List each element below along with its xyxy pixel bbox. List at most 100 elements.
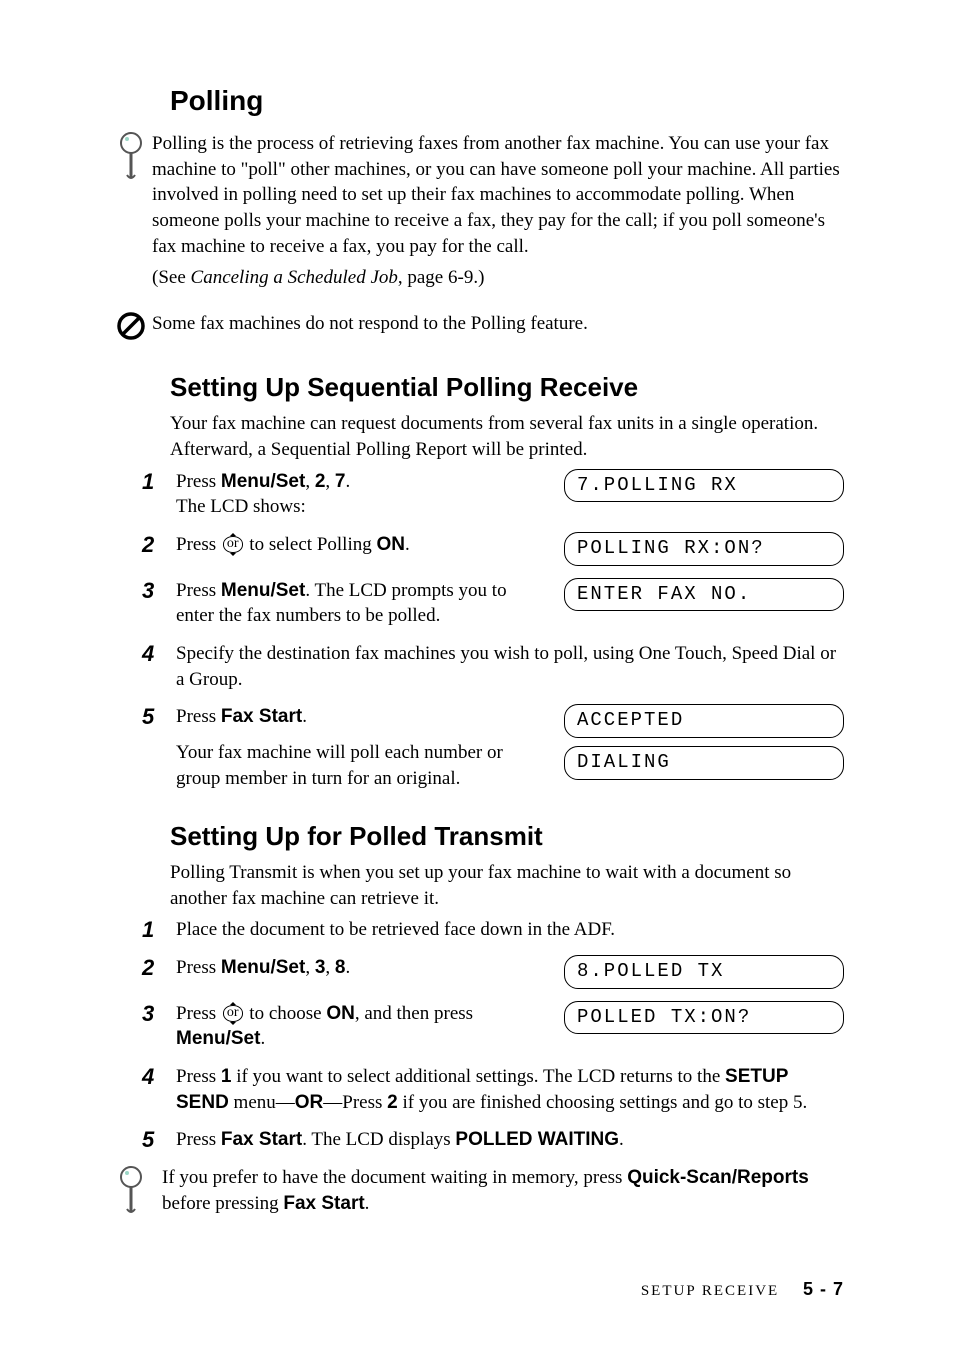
polled-waiting: POLLED WAITING [455, 1129, 619, 1150]
on-label: ON [376, 534, 405, 555]
seq-polling-intro: Your fax machine can request documents f… [170, 411, 844, 462]
step: 5 Press Fax Start. The LCD displays POLL… [148, 1127, 844, 1153]
step: 1 Press Menu/Set, 2, 7. The LCD shows: 7… [148, 469, 844, 520]
lcd-display: DIALING [564, 746, 844, 780]
lcd-display: ACCEPTED [564, 704, 844, 738]
t: . [345, 471, 350, 492]
heading-seq-polling: Setting Up Sequential Polling Receive [170, 372, 844, 403]
up-down-or-icon: or [223, 536, 243, 553]
step-number: 2 [142, 953, 154, 983]
step-number: 4 [142, 1062, 154, 1092]
see-prefix: (See [152, 267, 191, 288]
step-number: 5 [142, 702, 154, 732]
t: Press [176, 957, 221, 978]
on-label: ON [326, 1003, 355, 1024]
step-number: 1 [142, 467, 154, 497]
page-content: Polling Polling is the process of retrie… [110, 85, 844, 1222]
footer-section: SETUP RECEIVE [641, 1283, 779, 1299]
t: . [405, 534, 410, 555]
intro-row: Polling is the process of retrieving fax… [110, 131, 844, 297]
step-text: Press 1 if you want to select additional… [176, 1064, 844, 1115]
steps-seq-polling: 1 Press Menu/Set, 2, 7. The LCD shows: 7… [148, 469, 844, 791]
lcd-display: POLLING RX:ON? [564, 532, 844, 566]
t: , [325, 957, 335, 978]
t: . The LCD displays [302, 1129, 455, 1150]
prohibit-icon [110, 311, 152, 341]
menu-set: Menu/Set [221, 580, 305, 601]
lcd-display: 7.POLLING RX [564, 469, 844, 503]
step-number: 3 [142, 999, 154, 1029]
step-number: 5 [142, 1125, 154, 1155]
t: Press [176, 1129, 221, 1150]
menu-set: Menu/Set [221, 957, 305, 978]
t: Press [176, 1003, 221, 1024]
step: 5 Press Fax Start. Your fax machine will… [148, 704, 844, 791]
step-text: Press Menu/Set, 3, 8. [176, 955, 546, 981]
step-text: Press Fax Start. Your fax machine will p… [176, 704, 546, 791]
step-text: Press Menu/Set, 2, 7. The LCD shows: [176, 469, 546, 520]
step-text: Press Fax Start. The LCD displays POLLED… [176, 1127, 844, 1153]
step: 4 Press 1 if you want to select addition… [148, 1064, 844, 1115]
t: —Press [323, 1092, 387, 1113]
step-text: Place the document to be retrieved face … [176, 917, 844, 943]
step: 1 Place the document to be retrieved fac… [148, 917, 844, 943]
t: Press [176, 471, 221, 492]
polling-intro: Polling is the process of retrieving fax… [152, 131, 844, 259]
t: , [305, 957, 315, 978]
t: , and then press [355, 1003, 473, 1024]
t: if you want to select additional setting… [231, 1066, 725, 1087]
footer-page: 5 - 7 [803, 1279, 844, 1299]
key-7: 7 [335, 471, 346, 492]
fax-start: Fax Start [283, 1193, 364, 1214]
t: . [345, 957, 350, 978]
t: , [305, 471, 315, 492]
t: Press [176, 1066, 221, 1087]
t: . [302, 706, 307, 727]
lcd-display: POLLED TX:ON? [564, 1001, 844, 1035]
step-number: 3 [142, 576, 154, 606]
step: 4 Specify the destination fax machines y… [148, 641, 844, 692]
t: . [260, 1028, 265, 1049]
menu-set: Menu/Set [221, 471, 305, 492]
prohibit-note: Some fax machines do not respond to the … [152, 311, 588, 337]
t: Press [176, 706, 221, 727]
key-3: 3 [315, 957, 326, 978]
up-down-or-icon: or [223, 1005, 243, 1022]
step: 3 Press Menu/Set. The LCD prompts you to… [148, 578, 844, 629]
step: 3 Press or to choose ON, and then press … [148, 1001, 844, 1052]
step-text: Press or to choose ON, and then press Me… [176, 1001, 546, 1052]
or-label: OR [295, 1092, 324, 1113]
see-link: Canceling a Scheduled Job [191, 267, 398, 288]
t: Press [176, 534, 221, 555]
menu-set: Menu/Set [176, 1028, 260, 1049]
tip-row: If you prefer to have the document waiti… [110, 1165, 844, 1222]
t: . [365, 1193, 370, 1214]
t: Press [176, 580, 221, 601]
step-text: Specify the destination fax machines you… [176, 641, 844, 692]
step-number: 1 [142, 915, 154, 945]
t: If you prefer to have the document waiti… [162, 1167, 627, 1188]
polled-tx-intro: Polling Transmit is when you set up your… [170, 860, 844, 911]
lcd-display: ENTER FAX NO. [564, 578, 844, 612]
lcd-display: 8.POLLED TX [564, 955, 844, 989]
key-2: 2 [387, 1092, 398, 1113]
step-number: 4 [142, 639, 154, 669]
key-1: 1 [221, 1066, 232, 1087]
tip-icon [110, 1165, 152, 1215]
fax-start: Fax Start [221, 1129, 302, 1150]
t: Your fax machine will poll each number o… [176, 742, 503, 789]
t: , [325, 471, 335, 492]
t: menu— [229, 1092, 295, 1113]
page-footer: SETUP RECEIVE 5 - 7 [641, 1279, 844, 1300]
step-number: 2 [142, 530, 154, 560]
t: to choose [245, 1003, 327, 1024]
tip-text: If you prefer to have the document waiti… [162, 1165, 844, 1216]
tip-icon [110, 131, 152, 181]
t: before pressing [162, 1193, 283, 1214]
quick-scan-reports: Quick-Scan/Reports [627, 1167, 809, 1188]
key-2: 2 [315, 471, 326, 492]
t: if you are finished choosing settings an… [398, 1092, 808, 1113]
step: 2 Press or to select Polling ON. POLLING… [148, 532, 844, 566]
t: . [619, 1129, 624, 1150]
see-suffix: , page 6-9.) [398, 267, 485, 288]
